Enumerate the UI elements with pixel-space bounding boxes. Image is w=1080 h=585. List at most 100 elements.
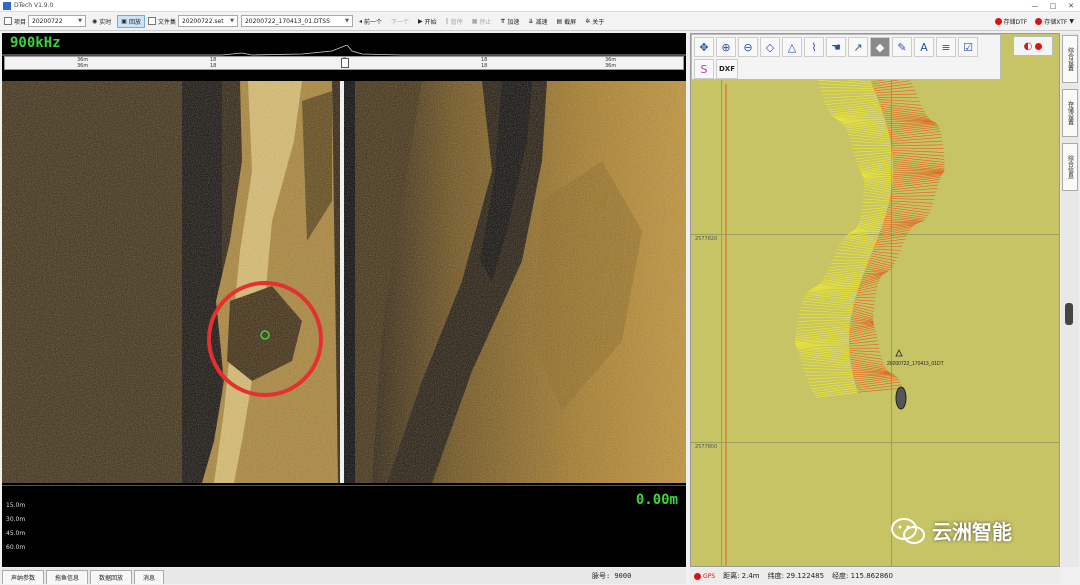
- sonar-waterfall-image[interactable]: [2, 81, 686, 483]
- compass-button[interactable]: ◐: [1013, 36, 1053, 56]
- latitude-readout: 纬度: 29.122485: [767, 572, 825, 580]
- realtime-label: 实时: [99, 18, 112, 26]
- dxf-button[interactable]: DXF: [716, 59, 738, 79]
- hand-icon[interactable]: ☚: [826, 37, 846, 57]
- towfish-icon: [895, 386, 907, 410]
- realtime-button[interactable]: ◉ 实时: [89, 15, 114, 28]
- fileset-combo[interactable]: 20200722.set ▼: [177, 15, 238, 27]
- previous-file-button[interactable]: ◂ 前一个: [356, 15, 385, 28]
- port-beam-line: [829, 264, 868, 268]
- port-beam-line: [862, 204, 889, 207]
- depth-tick-label: 60.0m: [6, 544, 26, 551]
- chevron-down-icon: ▼: [345, 18, 349, 24]
- collapse-handle[interactable]: [1065, 303, 1073, 325]
- tab-general-settings[interactable]: 综合设置: [1062, 35, 1078, 83]
- pen-icon[interactable]: ✎: [892, 37, 912, 57]
- file-value: 20200722_170413_01.DTSS: [244, 17, 330, 25]
- close-button[interactable]: ✕: [1062, 2, 1080, 10]
- sonar-view: 900kHz 36m 18 0 18 36m 36m 18 0 18 36m: [2, 33, 686, 567]
- route-icon[interactable]: S: [694, 59, 714, 79]
- port-beam-line: [796, 325, 850, 332]
- starboard-beam-line: [891, 147, 944, 149]
- stop-button[interactable]: ■ 停止: [469, 15, 495, 28]
- starboard-beam-line: [852, 372, 892, 374]
- starboard-beam-line: [874, 86, 914, 92]
- ruler-label: 36m: [605, 63, 617, 69]
- starboard-beam-line: [889, 198, 935, 200]
- port-beam-line: [818, 83, 873, 87]
- fileset-selector[interactable]: 文件集 20200722.set ▼: [147, 15, 238, 27]
- starboard-beam-line: [889, 200, 934, 204]
- text-icon[interactable]: A: [914, 37, 934, 57]
- speedup-button[interactable]: ⇈ 加速: [497, 15, 522, 28]
- about-button[interactable]: ✲ 关于: [582, 15, 607, 28]
- zoom-out-icon[interactable]: ⊖: [738, 37, 758, 57]
- tab-messages[interactable]: 消息: [134, 570, 165, 584]
- pause-button[interactable]: ‖ 暂停: [443, 15, 466, 28]
- tab-general-info[interactable]: 综合信息: [1062, 143, 1078, 191]
- tab-towfish-info[interactable]: 拖鱼信息: [46, 570, 89, 584]
- starboard-beam-line: [889, 133, 942, 140]
- port-beam-line: [853, 149, 892, 153]
- store-dtf-label: 存储DTF: [1003, 18, 1028, 26]
- port-beam-line: [861, 207, 888, 211]
- maximize-button[interactable]: □: [1044, 2, 1062, 10]
- depth-tick-label: 15.0m: [6, 502, 26, 509]
- starboard-beam-line: [891, 184, 939, 191]
- measure-icon[interactable]: ↗: [848, 37, 868, 57]
- pan-icon[interactable]: ✥: [694, 37, 714, 57]
- map-view[interactable]: 2577820 2577800 20200722_170413_01DT ✥ ⊕…: [690, 33, 1060, 567]
- fileset-icon: [147, 17, 156, 25]
- port-beam-line: [835, 116, 885, 119]
- port-beam-line: [825, 99, 878, 105]
- start-button[interactable]: ▶ 开始: [415, 15, 440, 28]
- screenshot-button[interactable]: ▤ 截屏: [553, 15, 579, 28]
- layer-icon[interactable]: ◇: [760, 37, 780, 57]
- tab-data-playback[interactable]: 数据回放: [90, 570, 133, 584]
- project-selector[interactable]: 项目 20200722 ▼: [4, 15, 87, 27]
- sonar-imagery: [2, 81, 686, 483]
- file-combo[interactable]: 20200722_170413_01.DTSS ▼: [240, 15, 353, 27]
- port-beam-line: [803, 367, 853, 371]
- starboard-beam-line: [850, 322, 874, 325]
- marker-icon[interactable]: ◆: [870, 37, 890, 57]
- port-beam-line: [798, 313, 852, 316]
- port-beam-line: [795, 341, 850, 345]
- port-beam-line: [799, 310, 852, 314]
- starboard-beam-line: [853, 306, 874, 312]
- port-beam-line: [830, 262, 868, 265]
- port-beam-line: [810, 383, 856, 390]
- port-beam-line: [822, 94, 877, 99]
- check-icon[interactable]: ☑: [958, 37, 978, 57]
- minimize-button[interactable]: —: [1026, 2, 1044, 10]
- starboard-beam-line: [849, 356, 884, 363]
- starboard-beam-line: [874, 242, 904, 246]
- waypoint-icon: [895, 349, 903, 357]
- tab-sonar-params[interactable]: 声纳参数: [2, 570, 45, 584]
- port-beam-line: [856, 156, 893, 163]
- next-file-button[interactable]: 下一个: [388, 15, 412, 28]
- project-checkbox-icon[interactable]: [4, 17, 12, 25]
- slowdown-button[interactable]: ⇊ 减速: [525, 15, 550, 28]
- project-combo[interactable]: 20200722 ▼: [28, 15, 87, 27]
- watermark: 云洲智能: [890, 516, 1012, 545]
- stop-icon: ■: [471, 17, 478, 25]
- store-dtf-button[interactable]: 存储DTF: [994, 17, 1028, 26]
- port-beam-line: [835, 252, 871, 257]
- depth-tick-label: 30.0m: [6, 516, 26, 523]
- ruler-label: 36m: [77, 63, 89, 69]
- chevron-down-icon[interactable]: ▼: [1069, 18, 1074, 25]
- tab-storage-settings[interactable]: 存储设置: [1062, 89, 1078, 137]
- zoom-in-icon[interactable]: ⊕: [716, 37, 736, 57]
- wechat-logo-icon: [891, 517, 925, 544]
- list-icon[interactable]: ≡: [936, 37, 956, 57]
- polyline-icon[interactable]: ⌇: [804, 37, 824, 57]
- playback-button[interactable]: ▣ 回放: [117, 14, 145, 28]
- ruler-slider-handle[interactable]: [341, 58, 349, 68]
- port-beam-line: [800, 358, 851, 364]
- port-beam-line: [840, 243, 874, 250]
- range-ruler[interactable]: 36m 18 0 18 36m 36m 18 0 18 36m: [4, 56, 684, 70]
- store-xtf-button[interactable]: 存储XTF ▼: [1035, 17, 1074, 26]
- starboard-beam-line: [876, 93, 917, 96]
- triangle-icon[interactable]: △: [782, 37, 802, 57]
